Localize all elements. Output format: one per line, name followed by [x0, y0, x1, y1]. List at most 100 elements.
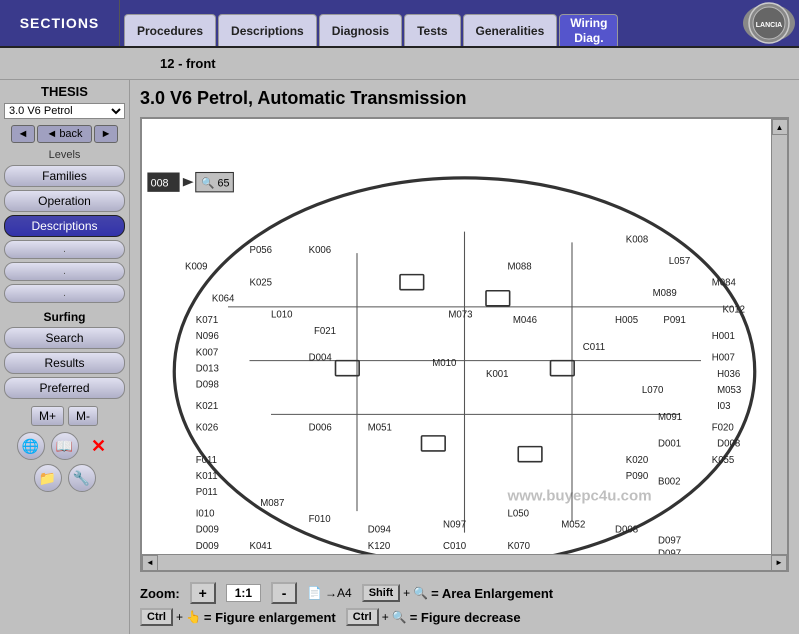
svg-text:LANCIA: LANCIA [756, 22, 782, 29]
svg-text:P090: P090 [626, 471, 649, 482]
vertical-scrollbar[interactable]: ▲ ▼ [771, 119, 787, 570]
svg-text:D001: D001 [658, 439, 681, 450]
mem-minus-btn[interactable]: M- [68, 406, 98, 426]
next-btn[interactable]: ► [94, 125, 119, 143]
svg-text:K011: K011 [196, 471, 218, 482]
cursor-icon: 👆 [186, 610, 201, 624]
shift-combo: Shift + 🔍 = Area Enlargement [362, 584, 553, 602]
svg-text:M073: M073 [448, 310, 472, 321]
operation-btn[interactable]: Operation [4, 190, 125, 212]
svg-text:I010: I010 [196, 509, 215, 520]
zoom-minus-btn[interactable]: - [271, 582, 297, 604]
search-btn[interactable]: Search [4, 327, 125, 349]
scroll-left-btn[interactable]: ◄ [142, 555, 158, 571]
scroll-right-btn[interactable]: ► [771, 555, 787, 571]
back-btn[interactable]: ◄back [37, 125, 91, 143]
svg-text:M046: M046 [513, 315, 537, 326]
main-layout: THESIS 3.0 V6 Petrol ◄ ◄back ► Levels Fa… [0, 80, 799, 634]
memory-buttons: M+ M- [4, 406, 125, 426]
tab-wiring[interactable]: WiringDiag. [559, 14, 618, 46]
tab-tests[interactable]: Tests [404, 14, 460, 46]
results-btn[interactable]: Results [4, 352, 125, 374]
svg-text:M087: M087 [260, 498, 284, 509]
page-title: 3.0 V6 Petrol, Automatic Transmission [140, 88, 789, 109]
shrink-icon: 🔍 [392, 610, 407, 624]
svg-text:D094: D094 [368, 525, 392, 536]
svg-text:D009: D009 [196, 525, 219, 536]
svg-text:K006: K006 [309, 245, 332, 256]
tab-procedures[interactable]: Procedures [124, 14, 216, 46]
svg-text:D004: D004 [309, 353, 333, 364]
tab-descriptions[interactable]: Descriptions [218, 14, 317, 46]
zoom-label: Zoom: [140, 586, 180, 601]
shift-key: Shift [362, 584, 400, 602]
svg-text:www.buyepc4u.com: www.buyepc4u.com [507, 487, 652, 504]
nav-controls: ◄ ◄back ► [4, 125, 125, 143]
svg-text:F010: F010 [309, 514, 331, 525]
icon-row2: 📁 🔧 [4, 464, 125, 492]
svg-text:D098: D098 [196, 380, 219, 391]
preferred-btn[interactable]: Preferred [4, 377, 125, 399]
breadcrumb-text: 12 - front [160, 56, 216, 71]
svg-text:H005: H005 [615, 315, 638, 326]
svg-text:H007: H007 [712, 353, 735, 364]
svg-text:C010: C010 [443, 541, 466, 552]
svg-text:F020: F020 [712, 423, 734, 434]
folder-icon-btn[interactable]: 📁 [34, 464, 62, 492]
svg-text:M052: M052 [561, 519, 585, 530]
zoom-ratio-display: 1:1 [226, 584, 261, 602]
tool-icon-btn[interactable]: 🔧 [68, 464, 96, 492]
svg-text:D013: D013 [196, 363, 219, 374]
svg-text:K041: K041 [250, 541, 273, 552]
tab-diagnosis[interactable]: Diagnosis [319, 14, 402, 46]
a4-control: 📄 →A4 [307, 586, 352, 600]
svg-text:N096: N096 [196, 331, 219, 342]
svg-text:K021: K021 [196, 401, 219, 412]
dot-btn-1[interactable]: . [4, 240, 125, 259]
globe-icon-btn[interactable]: 🌐 [17, 432, 45, 460]
close-icon-btn[interactable]: ✕ [85, 432, 113, 460]
svg-text:K001: K001 [486, 369, 509, 380]
svg-text:K026: K026 [196, 423, 219, 434]
svg-text:P011: P011 [196, 487, 218, 498]
icon-row: 🌐 📖 ✕ [4, 432, 125, 460]
tab-generalities[interactable]: Generalities [463, 14, 558, 46]
nav-tabs: Procedures Descriptions Diagnosis Tests … [120, 0, 739, 46]
svg-text:I03: I03 [717, 401, 730, 412]
horizontal-scrollbar[interactable]: ◄ ► [142, 554, 787, 570]
svg-text:K071: K071 [196, 315, 219, 326]
vehicle-select[interactable]: 3.0 V6 Petrol [4, 103, 125, 119]
svg-text:L050: L050 [508, 509, 529, 520]
wiring-diagram: K009 P056 K006 K008 L057 M084 K064 K025 … [142, 119, 787, 570]
zoom-plus-btn[interactable]: + [190, 582, 216, 604]
mem-plus-btn[interactable]: M+ [31, 406, 64, 426]
svg-text:K055: K055 [712, 455, 735, 466]
descriptions-btn[interactable]: Descriptions [4, 215, 125, 237]
top-navigation: SECTIONS Procedures Descriptions Diagnos… [0, 0, 799, 48]
svg-text:M089: M089 [653, 288, 677, 299]
ctrl-combo-decrease: Ctrl + 🔍 = Figure decrease [346, 608, 521, 626]
plus-sign-1: + [403, 586, 410, 600]
page-icon: 📄 [307, 586, 322, 600]
svg-text:K020: K020 [626, 455, 649, 466]
svg-text:D008: D008 [615, 525, 638, 536]
svg-text:D097: D097 [658, 535, 681, 546]
bottom-row2: Ctrl + 👆 = Figure enlargement Ctrl + 🔍 =… [140, 608, 789, 626]
svg-text:F011: F011 [196, 455, 217, 466]
area-enlargement-label: = Area Enlargement [431, 586, 553, 601]
svg-text:L010: L010 [271, 310, 292, 321]
book-icon-btn[interactable]: 📖 [51, 432, 79, 460]
scroll-up-btn[interactable]: ▲ [772, 119, 788, 135]
prev-btn[interactable]: ◄ [11, 125, 36, 143]
svg-text:H001: H001 [712, 331, 735, 342]
svg-text:M010: M010 [432, 358, 456, 369]
families-btn[interactable]: Families [4, 165, 125, 187]
magnify-icon: 🔍 [413, 586, 428, 600]
svg-text:008: 008 [151, 177, 169, 189]
dot-btn-3[interactable]: . [4, 284, 125, 303]
dot-btn-2[interactable]: . [4, 262, 125, 281]
sidebar: THESIS 3.0 V6 Petrol ◄ ◄back ► Levels Fa… [0, 80, 130, 634]
svg-text:M091: M091 [658, 412, 682, 423]
svg-text:K120: K120 [368, 541, 391, 552]
sections-label: SECTIONS [0, 0, 120, 46]
